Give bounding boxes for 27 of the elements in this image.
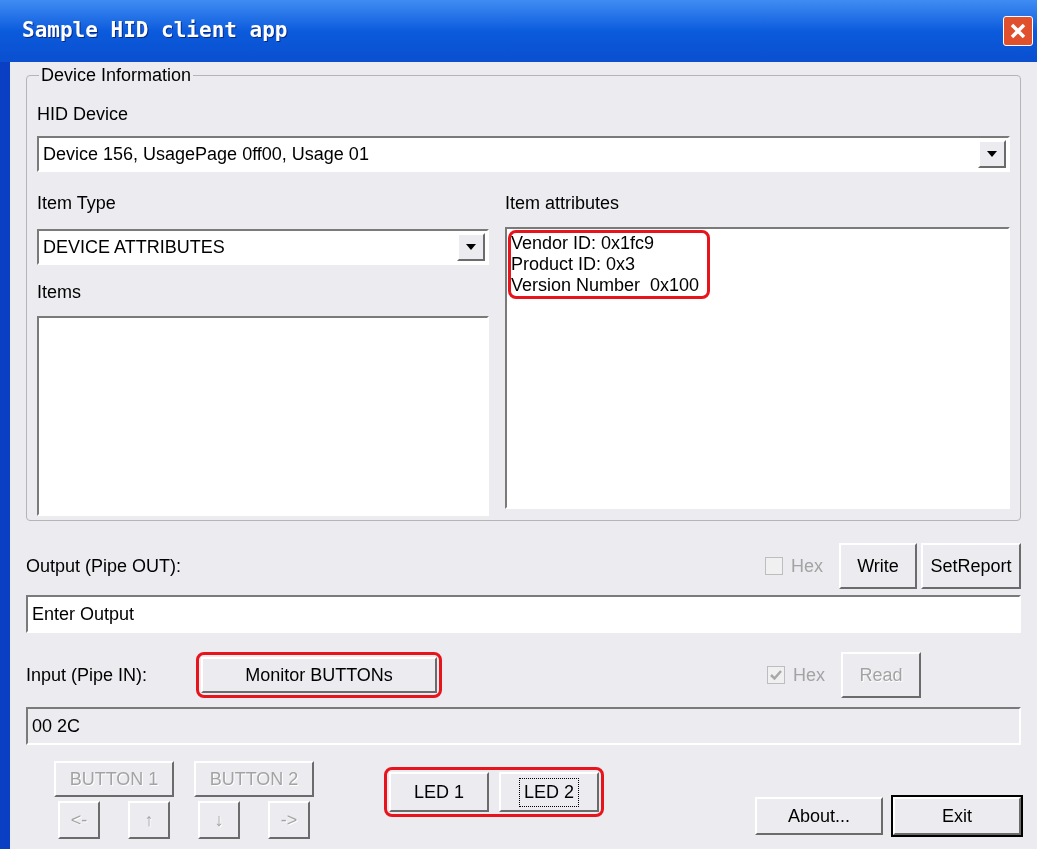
items-label: Items <box>37 281 82 304</box>
set-report-button[interactable]: SetReport <box>921 543 1021 589</box>
input-label: Input (Pipe IN): <box>26 663 149 687</box>
write-button[interactable]: Write <box>839 543 917 589</box>
item-type-dropdown[interactable]: DEVICE ATTRIBUTES <box>37 229 489 265</box>
window-title: Sample HID client app <box>22 17 288 45</box>
hid-device-label: HID Device <box>37 103 130 126</box>
item-attributes-list[interactable]: Vendor ID: 0x1fc9 Product ID: 0x3 Version Number 0x100 <box>505 227 1010 509</box>
close-icon[interactable] <box>1003 16 1033 46</box>
hex-label: Hex <box>791 554 823 578</box>
attribute-line: Version Number 0x100 <box>511 275 700 296</box>
item-attributes-label: Item attributes <box>505 192 621 215</box>
about-button[interactable]: About... <box>755 797 883 835</box>
group-title: Device Information <box>40 64 193 87</box>
led-button[interactable]: LED 1 <box>389 772 489 812</box>
item-type-label: Item Type <box>37 192 117 215</box>
checkmark-icon <box>770 669 782 681</box>
monitor-buttons-button[interactable]: Monitor BUTTONs <box>201 657 437 693</box>
output-field[interactable]: Enter Output <box>26 595 1021 633</box>
hid-device-dropdown[interactable]: Device 156, UsagePage 0ff00, Usage 01 <box>37 136 1010 172</box>
input-field: 00 2C <box>26 707 1021 745</box>
exit-button[interactable]: Exit <box>893 797 1021 835</box>
attribute-line: Product ID: 0x3 <box>511 254 637 275</box>
led-button[interactable]: LED 2 <box>499 772 599 812</box>
output-label: Output (Pipe OUT): <box>26 554 183 578</box>
hex-label: Hex <box>793 663 825 687</box>
attribute-line: Vendor ID: 0x1fc9 <box>511 233 656 254</box>
